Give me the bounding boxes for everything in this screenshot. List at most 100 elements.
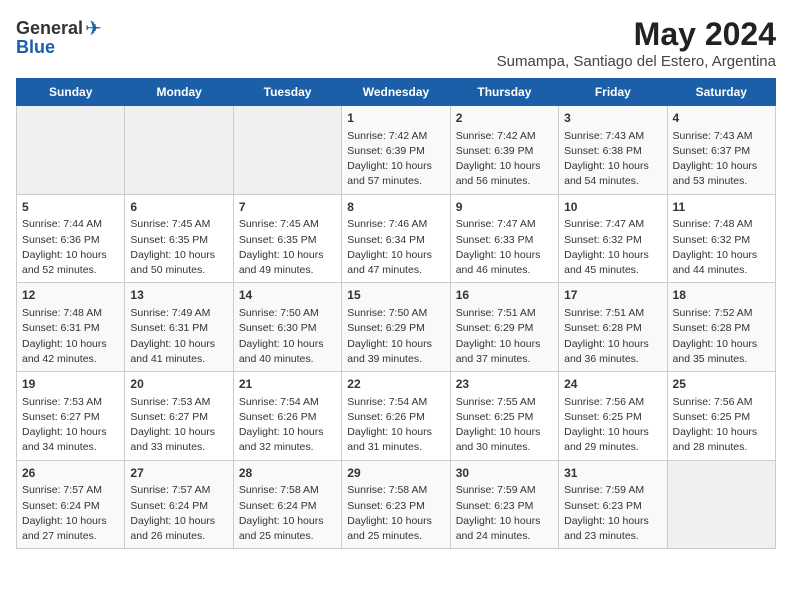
sunset-line: Sunset: 6:34 PM <box>347 233 444 248</box>
daylight-line: Daylight: 10 hours and 42 minutes. <box>22 337 119 367</box>
cell-w2-d4: 8Sunrise: 7:46 AMSunset: 6:34 PMDaylight… <box>342 194 450 283</box>
daylight-line: Daylight: 10 hours and 23 minutes. <box>564 514 661 544</box>
sunrise-line: Sunrise: 7:57 AM <box>130 483 227 498</box>
sunset-line: Sunset: 6:24 PM <box>22 499 119 514</box>
cell-w2-d5: 9Sunrise: 7:47 AMSunset: 6:33 PMDaylight… <box>450 194 558 283</box>
sunrise-line: Sunrise: 7:56 AM <box>564 395 661 410</box>
cell-w5-d2: 27Sunrise: 7:57 AMSunset: 6:24 PMDayligh… <box>125 460 233 549</box>
sunrise-line: Sunrise: 7:57 AM <box>22 483 119 498</box>
sunrise-line: Sunrise: 7:46 AM <box>347 217 444 232</box>
day-info: Sunrise: 7:57 AMSunset: 6:24 PMDaylight:… <box>22 483 119 544</box>
daylight-line: Daylight: 10 hours and 27 minutes. <box>22 514 119 544</box>
daylight-line: Daylight: 10 hours and 35 minutes. <box>673 337 770 367</box>
cell-w4-d3: 21Sunrise: 7:54 AMSunset: 6:26 PMDayligh… <box>233 372 341 461</box>
day-number: 30 <box>456 465 553 482</box>
main-title: May 2024 <box>497 16 776 53</box>
sunrise-line: Sunrise: 7:48 AM <box>673 217 770 232</box>
day-info: Sunrise: 7:50 AMSunset: 6:29 PMDaylight:… <box>347 306 444 367</box>
sunrise-line: Sunrise: 7:44 AM <box>22 217 119 232</box>
header-wednesday: Wednesday <box>342 79 450 106</box>
sunset-line: Sunset: 6:36 PM <box>22 233 119 248</box>
sunrise-line: Sunrise: 7:45 AM <box>239 217 336 232</box>
sunrise-line: Sunrise: 7:59 AM <box>456 483 553 498</box>
day-info: Sunrise: 7:48 AMSunset: 6:31 PMDaylight:… <box>22 306 119 367</box>
day-number: 27 <box>130 465 227 482</box>
day-number: 14 <box>239 287 336 304</box>
daylight-line: Daylight: 10 hours and 56 minutes. <box>456 159 553 189</box>
cell-w2-d1: 5Sunrise: 7:44 AMSunset: 6:36 PMDaylight… <box>17 194 125 283</box>
day-info: Sunrise: 7:48 AMSunset: 6:32 PMDaylight:… <box>673 217 770 278</box>
day-number: 2 <box>456 110 553 127</box>
sunset-line: Sunset: 6:28 PM <box>564 321 661 336</box>
cell-w4-d7: 25Sunrise: 7:56 AMSunset: 6:25 PMDayligh… <box>667 372 775 461</box>
cell-w5-d4: 29Sunrise: 7:58 AMSunset: 6:23 PMDayligh… <box>342 460 450 549</box>
sunset-line: Sunset: 6:31 PM <box>22 321 119 336</box>
sunset-line: Sunset: 6:23 PM <box>347 499 444 514</box>
sunset-line: Sunset: 6:39 PM <box>347 144 444 159</box>
sunset-line: Sunset: 6:26 PM <box>347 410 444 425</box>
header-sunday: Sunday <box>17 79 125 106</box>
day-number: 12 <box>22 287 119 304</box>
cell-w5-d6: 31Sunrise: 7:59 AMSunset: 6:23 PMDayligh… <box>559 460 667 549</box>
day-info: Sunrise: 7:42 AMSunset: 6:39 PMDaylight:… <box>456 129 553 190</box>
daylight-line: Daylight: 10 hours and 37 minutes. <box>456 337 553 367</box>
day-info: Sunrise: 7:42 AMSunset: 6:39 PMDaylight:… <box>347 129 444 190</box>
cell-w2-d2: 6Sunrise: 7:45 AMSunset: 6:35 PMDaylight… <box>125 194 233 283</box>
sunrise-line: Sunrise: 7:42 AM <box>456 129 553 144</box>
sunset-line: Sunset: 6:37 PM <box>673 144 770 159</box>
sunset-line: Sunset: 6:29 PM <box>456 321 553 336</box>
cell-w4-d4: 22Sunrise: 7:54 AMSunset: 6:26 PMDayligh… <box>342 372 450 461</box>
subtitle: Sumampa, Santiago del Estero, Argentina <box>497 53 776 70</box>
sunset-line: Sunset: 6:25 PM <box>564 410 661 425</box>
cell-w4-d5: 23 Sunrise: 7:55 AMSunset: 6:25 PMDayligh… <box>450 372 558 461</box>
day-info: Sunrise: 7:51 AMSunset: 6:28 PMDaylight:… <box>564 306 661 367</box>
daylight-line: Daylight: 10 hours and 45 minutes. <box>564 248 661 278</box>
day-number: 15 <box>347 287 444 304</box>
cell-w3-d6: 17Sunrise: 7:51 AMSunset: 6:28 PMDayligh… <box>559 283 667 372</box>
cell-w4-d6: 24Sunrise: 7:56 AMSunset: 6:25 PMDayligh… <box>559 372 667 461</box>
daylight-line: Daylight: 10 hours and 52 minutes. <box>22 248 119 278</box>
sunrise-line: Sunrise: 7:56 AM <box>673 395 770 410</box>
sunrise-line: Sunrise: 7:51 AM <box>456 306 553 321</box>
sunset-line: Sunset: 6:28 PM <box>673 321 770 336</box>
daylight-line: Daylight: 10 hours and 49 minutes. <box>239 248 336 278</box>
day-number: 20 <box>130 376 227 393</box>
day-number: 31 <box>564 465 661 482</box>
day-info: Sunrise: 7:50 AMSunset: 6:30 PMDaylight:… <box>239 306 336 367</box>
sunrise-line: Sunrise: 7:47 AM <box>456 217 553 232</box>
sunset-line: Sunset: 6:30 PM <box>239 321 336 336</box>
week-row-5: 26Sunrise: 7:57 AMSunset: 6:24 PMDayligh… <box>17 460 776 549</box>
logo-general: General <box>16 18 83 39</box>
sunset-line: Sunset: 6:31 PM <box>130 321 227 336</box>
daylight-line: Daylight: 10 hours and 36 minutes. <box>564 337 661 367</box>
day-number: 11 <box>673 199 770 216</box>
day-info: Sunrise: 7:58 AMSunset: 6:23 PMDaylight:… <box>347 483 444 544</box>
day-number: 23 <box>456 376 553 393</box>
day-number: 29 <box>347 465 444 482</box>
sunrise-line: Sunrise: 7:43 AM <box>564 129 661 144</box>
cell-w1-d6: 3Sunrise: 7:43 AMSunset: 6:38 PMDaylight… <box>559 106 667 195</box>
day-number: 24 <box>564 376 661 393</box>
sunrise-line: Sunrise: 7:58 AM <box>347 483 444 498</box>
daylight-line: Daylight: 10 hours and 31 minutes. <box>347 425 444 455</box>
daylight-line: Daylight: 10 hours and 46 minutes. <box>456 248 553 278</box>
cell-w1-d3 <box>233 106 341 195</box>
day-number: 8 <box>347 199 444 216</box>
cell-w2-d6: 10Sunrise: 7:47 AMSunset: 6:32 PMDayligh… <box>559 194 667 283</box>
sunset-line: Sunset: 6:32 PM <box>564 233 661 248</box>
day-number: 25 <box>673 376 770 393</box>
sunrise-line: Sunrise: 7:58 AM <box>239 483 336 498</box>
cell-w1-d4: 1Sunrise: 7:42 AMSunset: 6:39 PMDaylight… <box>342 106 450 195</box>
sunset-line: Sunset: 6:27 PM <box>22 410 119 425</box>
day-info: Sunrise: 7:45 AMSunset: 6:35 PMDaylight:… <box>239 217 336 278</box>
cell-w4-d1: 19Sunrise: 7:53 AMSunset: 6:27 PMDayligh… <box>17 372 125 461</box>
sunrise-line: Sunrise: 7:53 AM <box>130 395 227 410</box>
day-number: 7 <box>239 199 336 216</box>
sunrise-line: Sunrise: 7:47 AM <box>564 217 661 232</box>
header-friday: Friday <box>559 79 667 106</box>
sunset-line: Sunset: 6:24 PM <box>130 499 227 514</box>
day-info: Sunrise: 7:55 AMSunset: 6:25 PMDaylight:… <box>456 395 553 456</box>
day-info: Sunrise: 7:43 AMSunset: 6:38 PMDaylight:… <box>564 129 661 190</box>
cell-w1-d7: 4Sunrise: 7:43 AMSunset: 6:37 PMDaylight… <box>667 106 775 195</box>
day-number: 5 <box>22 199 119 216</box>
